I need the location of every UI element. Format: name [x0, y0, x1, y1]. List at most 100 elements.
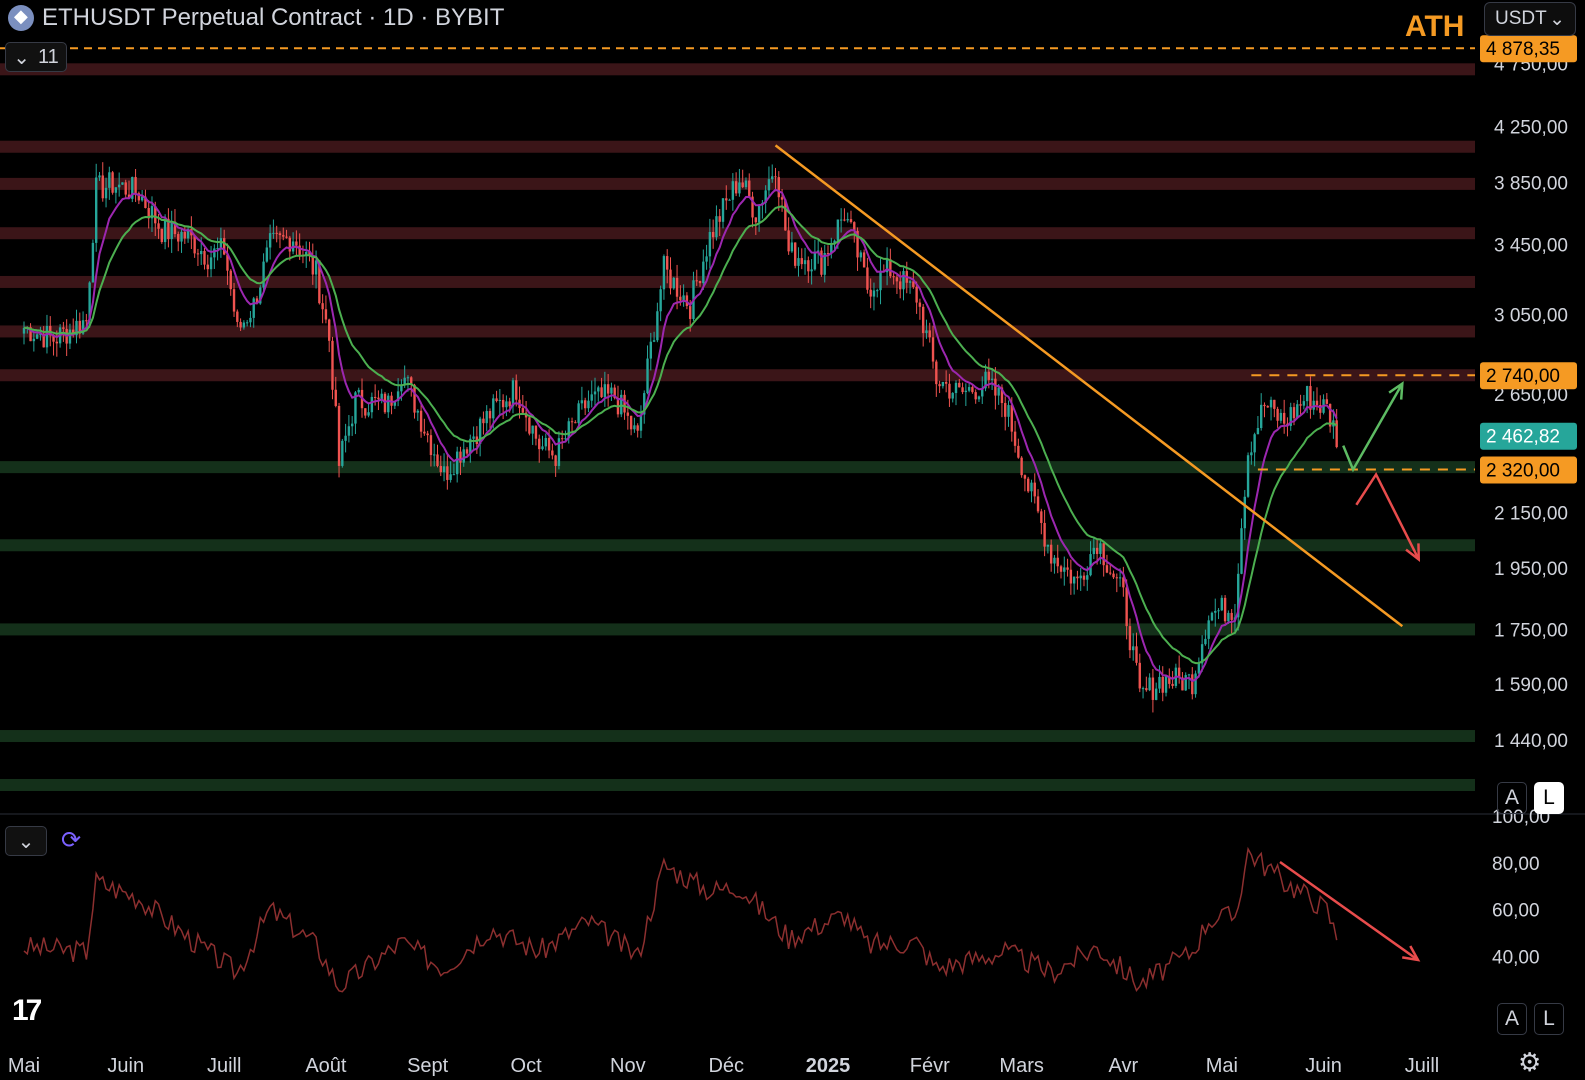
rsi-auto-scale-button[interactable]: A [1497, 1003, 1527, 1035]
candle-body [1269, 399, 1273, 408]
candle-body [163, 218, 167, 243]
candle-body [406, 377, 410, 379]
candle-body [656, 311, 659, 341]
indicator-count: 11 [38, 45, 59, 68]
candle-body [1033, 482, 1036, 497]
candle-body [85, 320, 88, 322]
price-label: 2 320,00 [1486, 461, 1560, 482]
candle-body [1191, 674, 1194, 695]
candle-body [1141, 688, 1145, 690]
candle-body [452, 474, 456, 476]
candle-body [626, 412, 630, 416]
candle-body [597, 387, 600, 392]
candle-body [101, 175, 104, 199]
price-tick-label: 4 250,00 [1494, 117, 1568, 138]
time-tick-label: Juin [1305, 1055, 1342, 1077]
candle-body [1197, 663, 1201, 674]
candle-body [1132, 646, 1135, 651]
settings-icon[interactable]: ⚙ [1518, 1047, 1541, 1078]
candle-body [787, 230, 790, 252]
candle-body [209, 257, 213, 270]
candle-body [501, 399, 505, 408]
candle-body [377, 397, 380, 400]
candle-body [1115, 577, 1119, 579]
candle-body [633, 425, 636, 430]
time-tick-label: Févr [910, 1055, 950, 1077]
candle-body [387, 395, 390, 413]
candle-body [1302, 401, 1306, 406]
candle-body [725, 198, 728, 201]
price-tick-label: 1 590,00 [1494, 675, 1568, 696]
rsi-collapse-button[interactable]: ⌄ [5, 826, 47, 856]
candle-body [1076, 576, 1079, 579]
candle-body [698, 280, 702, 284]
candle-body [652, 340, 656, 342]
candle-body [793, 242, 797, 266]
candle-body [990, 378, 994, 380]
candle-body [639, 414, 643, 431]
candle-body [908, 281, 912, 283]
sync-icon[interactable]: ⟳ [61, 826, 81, 855]
candle-body [994, 378, 997, 396]
time-tick-label: Nov [610, 1055, 646, 1077]
candle-body [459, 451, 462, 463]
candle-body [350, 423, 354, 427]
indicators-toggle[interactable]: ⌄ 11 [5, 42, 67, 72]
candle-body [721, 198, 725, 222]
candle-body [649, 341, 653, 359]
candle-body [232, 289, 236, 312]
candle-body [741, 182, 744, 188]
candle-body [1125, 587, 1128, 627]
candle-body [1266, 406, 1269, 408]
currency-value: USDT [1495, 8, 1547, 29]
log-scale-button[interactable]: L [1534, 782, 1564, 814]
candle-body [1138, 662, 1141, 689]
candle-body [1017, 445, 1020, 458]
candle-body [708, 231, 712, 257]
candle-body [416, 410, 420, 413]
candle-body [731, 181, 735, 200]
candle-body [1250, 452, 1253, 456]
candle-body [1026, 478, 1030, 492]
candle-body [436, 454, 439, 466]
candle-body [472, 436, 475, 439]
time-tick-label: 2025 [806, 1055, 851, 1077]
candle-body [1105, 565, 1109, 573]
candle-body [1053, 557, 1056, 564]
candle-body [134, 176, 137, 194]
price-tick-label: 1 750,00 [1494, 620, 1568, 641]
candle-body [203, 250, 206, 265]
rsi-log-scale-button[interactable]: L [1534, 1003, 1564, 1035]
candle-body [104, 187, 108, 199]
candle-body [790, 242, 794, 252]
candle-body [1279, 412, 1283, 421]
candle-body [180, 231, 183, 242]
candle-body [944, 381, 948, 384]
candle-body [869, 289, 872, 297]
resistance-zone [0, 275, 1475, 288]
price-chart[interactable]: 4 750,004 250,003 850,003 450,003 050,00… [0, 0, 1585, 1080]
candle-body [1112, 573, 1115, 578]
candle-body [1069, 569, 1073, 584]
candle-body [222, 238, 226, 255]
candle-body [862, 252, 866, 268]
downtrend-line [774, 144, 1404, 628]
support-zone [0, 461, 1475, 474]
candle-body [538, 438, 541, 450]
candle-body [1102, 543, 1105, 566]
candle-body [1325, 399, 1329, 404]
candle-body [124, 182, 127, 195]
candle-body [1020, 457, 1023, 476]
candle-body [268, 233, 272, 248]
candle-body [295, 241, 298, 246]
candle-body [600, 387, 603, 398]
auto-scale-button[interactable]: A [1497, 782, 1527, 814]
candle-body [373, 396, 377, 398]
candle-body [570, 421, 574, 423]
chevron-down-icon: ⌄ [1549, 8, 1565, 30]
currency-select[interactable]: USDT ⌄ [1484, 2, 1576, 36]
candle-body [236, 311, 239, 322]
candle-body [426, 433, 429, 436]
candle-body [744, 180, 748, 188]
candle-body [902, 271, 905, 290]
